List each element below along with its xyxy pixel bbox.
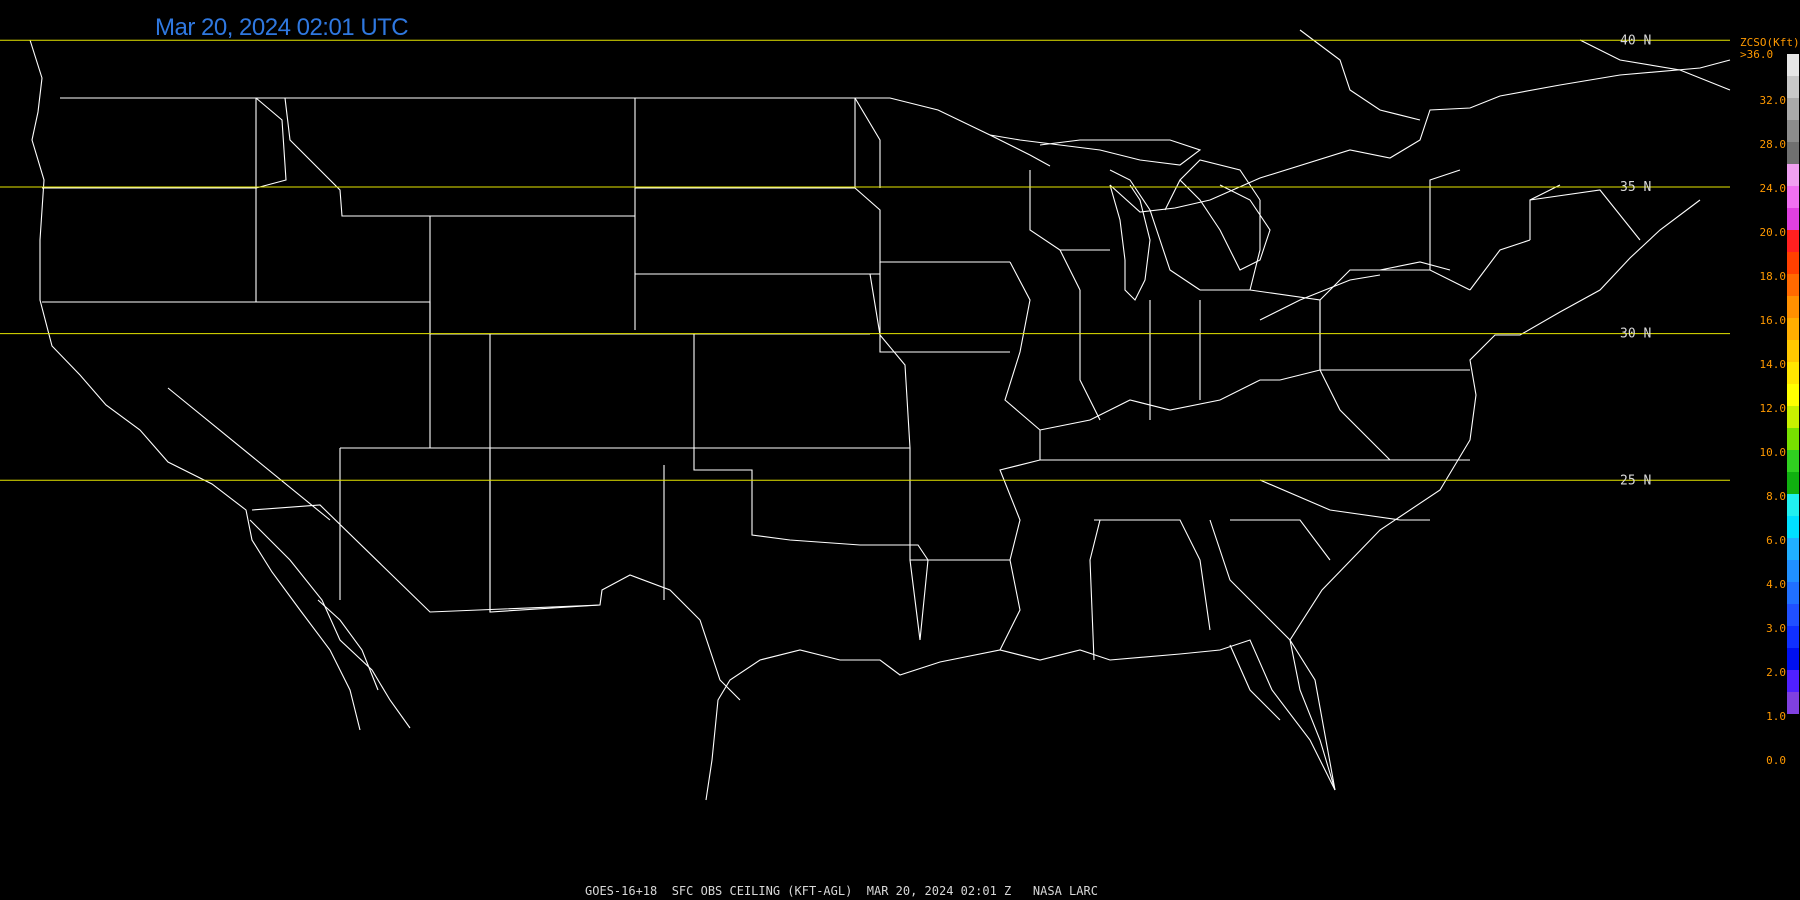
legend-swatch <box>1787 560 1799 582</box>
legend-swatch <box>1787 516 1799 538</box>
map-timestamp: Mar 20, 2024 02:01 UTC <box>155 14 409 41</box>
legend-label: 6.0 <box>1766 534 1786 547</box>
legend-swatch <box>1787 472 1799 494</box>
legend-swatch <box>1787 230 1799 252</box>
latitude-label: 40 N <box>1620 33 1651 48</box>
legend-swatch <box>1787 538 1799 560</box>
latitude-label: 35 N <box>1620 180 1651 195</box>
legend-label: 1.0 <box>1766 710 1786 723</box>
ceiling-color-legend: ZCSO(Kft) >36.0 32.0 28.0 24.0 20.0 18.0 16.0… <box>1736 36 1800 767</box>
latitude-label: 25 N <box>1620 473 1651 488</box>
legend-label: 12.0 <box>1759 402 1787 415</box>
legend-max-label: >36.0 <box>1740 48 1774 61</box>
legend-label: 14.0 <box>1759 358 1787 371</box>
legend-swatch <box>1787 54 1799 76</box>
legend-label: 8.0 <box>1766 490 1786 503</box>
legend-swatch <box>1787 120 1799 142</box>
legend-swatch <box>1787 406 1799 428</box>
legend-swatch <box>1787 648 1799 670</box>
product-footer: GOES-16+18 SFC OBS CEILING (KFT-AGL) MAR… <box>585 884 1098 898</box>
legend-label: 20.0 <box>1759 226 1787 239</box>
legend-swatch <box>1787 142 1799 164</box>
legend-swatch <box>1787 252 1799 274</box>
legend-swatch <box>1787 626 1799 648</box>
legend-swatch <box>1787 164 1799 186</box>
legend-swatch <box>1787 428 1799 450</box>
legend-swatch <box>1787 186 1799 208</box>
map-background <box>0 0 1800 900</box>
legend-swatch <box>1787 296 1799 318</box>
legend-swatch <box>1787 604 1799 626</box>
legend-swatch <box>1787 384 1799 406</box>
legend-swatch <box>1787 582 1799 604</box>
legend-label: 3.0 <box>1766 622 1786 635</box>
legend-label: 0.0 <box>1766 754 1786 767</box>
legend-label: 32.0 <box>1759 94 1787 107</box>
legend-swatch <box>1787 670 1799 692</box>
legend-label: 10.0 <box>1759 446 1787 459</box>
legend-label: 18.0 <box>1759 270 1787 283</box>
legend-swatch <box>1787 340 1799 362</box>
legend-swatch <box>1787 362 1799 384</box>
legend-label: 28.0 <box>1759 138 1787 151</box>
legend-swatch <box>1787 692 1799 714</box>
ceiling-observation-map: 50 N45 N40 N35 N30 N25 N120 W115 W110 W1… <box>0 0 1800 900</box>
legend-label: 4.0 <box>1766 578 1786 591</box>
legend-label: 16.0 <box>1759 314 1787 327</box>
legend-swatch <box>1787 76 1799 98</box>
legend-label: 24.0 <box>1759 182 1787 195</box>
legend-swatch <box>1787 318 1799 340</box>
legend-label: 2.0 <box>1766 666 1786 679</box>
latitude-label: 30 N <box>1620 327 1651 342</box>
legend-swatch <box>1787 274 1799 296</box>
legend-swatch <box>1787 494 1799 516</box>
legend-swatch <box>1787 450 1799 472</box>
legend-swatch <box>1787 208 1799 230</box>
legend-swatch <box>1787 98 1799 120</box>
